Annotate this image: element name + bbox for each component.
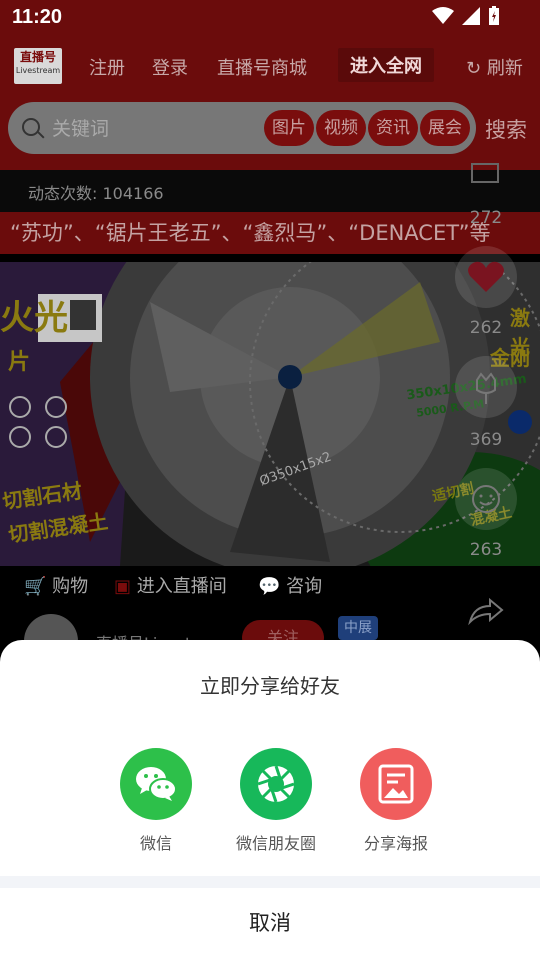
share-poster-label: 分享海报: [363, 834, 428, 853]
search-button[interactable]: 搜索: [485, 114, 527, 144]
bookmark-icon[interactable]: [470, 160, 500, 184]
share-wechat-label: 微信: [139, 834, 172, 853]
search-chip-videos[interactable]: 视频: [316, 110, 366, 146]
logo-text: 直播号: [19, 50, 56, 64]
emoji-button[interactable]: [455, 468, 517, 530]
shop-label: 购物: [52, 576, 89, 597]
sidebar-count-3: 369: [469, 430, 503, 450]
flower-button[interactable]: [455, 356, 517, 418]
enter-live-label: 进入直播间: [136, 576, 227, 597]
sidebar-count-2: 262: [469, 318, 503, 338]
nav-shop[interactable]: 直播号商城: [217, 54, 307, 80]
video-text-left-sub: 片: [8, 350, 31, 375]
refresh-label: 刷新: [486, 58, 523, 79]
search-chip-exhibitions[interactable]: 展会: [420, 110, 470, 146]
search-chip-images[interactable]: 图片: [264, 110, 314, 146]
top-nav: 直播号 Livestream 注册 登录 直播号商城 进入全网 ↻ 刷新: [0, 36, 540, 98]
video-text-left-big: 火光: [0, 298, 68, 338]
nav-login[interactable]: 登录: [152, 54, 188, 80]
sidebar-count-1: 272: [469, 208, 503, 228]
share-arrow-icon[interactable]: [468, 596, 504, 626]
live-room-icon: ▣: [114, 576, 132, 597]
search-chip-news[interactable]: 资讯: [368, 110, 418, 146]
sheet-divider: [0, 876, 540, 888]
chat-icon: 💬: [258, 576, 281, 597]
flower-icon: [476, 372, 496, 404]
nav-enter-network[interactable]: 进入全网: [338, 48, 434, 82]
share-moments[interactable]: 微信朋友圈: [216, 748, 336, 854]
consult-label: 咨询: [286, 576, 323, 597]
refresh-button[interactable]: ↻ 刷新: [466, 54, 523, 80]
share-moments-label: 微信朋友圈: [235, 834, 316, 853]
shop-action[interactable]: 🛒 购物: [24, 572, 88, 598]
like-button[interactable]: [455, 246, 517, 308]
share-poster[interactable]: 分享海报: [336, 748, 456, 854]
share-sheet-title: 立即分享给好友: [200, 674, 340, 698]
moments-icon: [240, 748, 312, 820]
nav-register[interactable]: 注册: [89, 54, 125, 80]
share-sheet: 立即分享给好友 微信 微信朋友圈 分享海报 取消: [0, 640, 540, 960]
status-icons: [432, 6, 500, 26]
smile-icon: [472, 485, 500, 513]
app-logo[interactable]: 直播号 Livestream: [14, 48, 62, 84]
right-sidebar: 272 262 369 263: [450, 160, 522, 640]
enter-live-action[interactable]: ▣ 进入直播间: [114, 572, 227, 598]
search-input[interactable]: 关键词 图片 视频 资讯 展会: [8, 102, 476, 154]
refresh-icon: ↻: [466, 58, 482, 79]
sidebar-count-4: 263: [469, 540, 503, 560]
wechat-icon: [120, 748, 192, 820]
signal-icon: [462, 7, 480, 25]
search-icon: [22, 118, 40, 136]
share-wechat[interactable]: 微信: [96, 748, 216, 854]
status-time: 11:20: [12, 6, 63, 28]
poster-icon: [360, 748, 432, 820]
author-tag: 中展: [338, 616, 378, 640]
marquee-text: “苏功”、“锯片王老五”、“鑫烈马”、“DENACET”等: [10, 221, 491, 245]
wifi-icon: [432, 7, 454, 24]
battery-icon: [489, 6, 499, 25]
heart-icon: [468, 261, 504, 292]
search-placeholder: 关键词: [52, 118, 110, 140]
logo-subtext: Livestream: [15, 66, 61, 75]
dynamic-count: 动态次数: 104166: [28, 184, 164, 203]
consult-action[interactable]: 💬 咨询: [258, 572, 322, 598]
status-bar: 11:20: [0, 0, 540, 36]
cart-icon: 🛒: [24, 576, 47, 597]
cancel-button[interactable]: 取消: [0, 888, 540, 960]
